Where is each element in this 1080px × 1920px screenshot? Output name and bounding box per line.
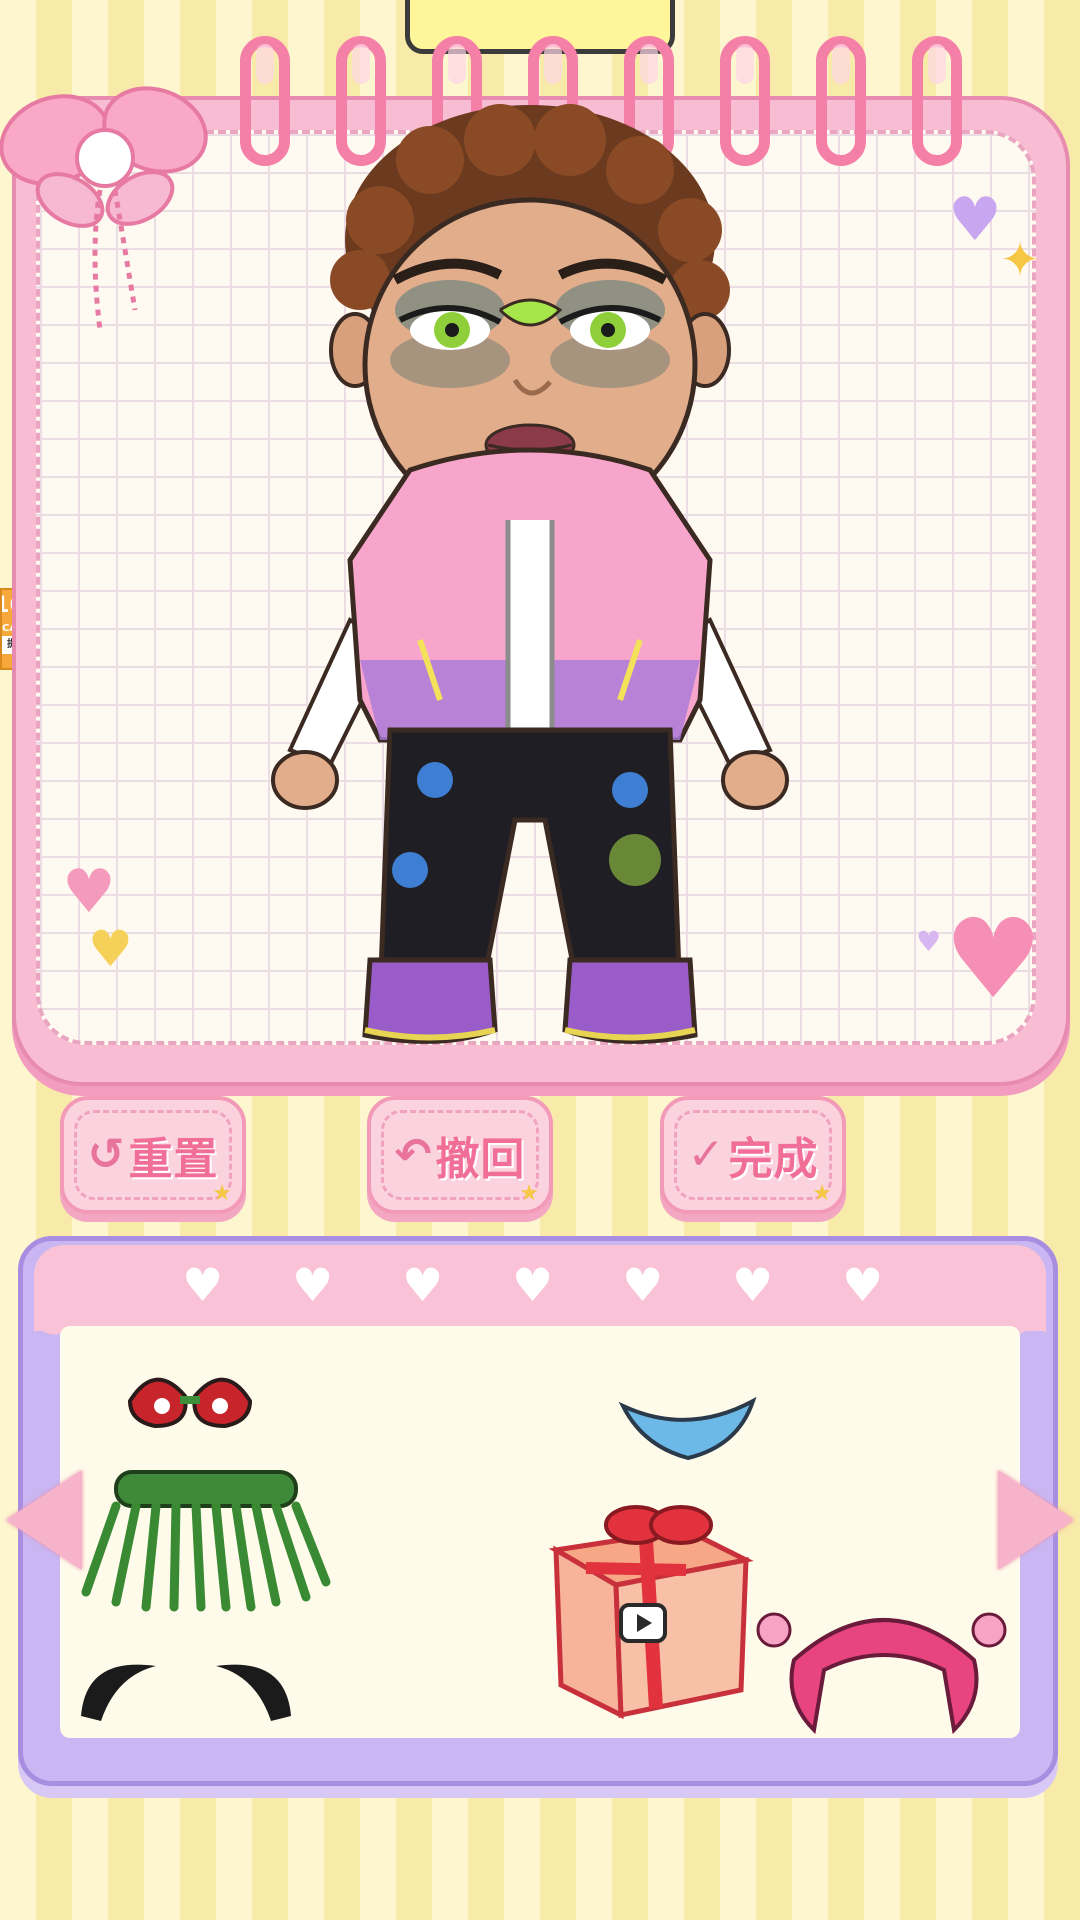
star-icon: ★	[212, 1181, 232, 1206]
white-heart-icon: ♥	[512, 1258, 554, 1312]
pink-bow-icon	[0, 86, 208, 331]
big-pink-heart-icon: ♥	[944, 895, 1043, 1023]
item-bikini-top[interactable]	[120, 1356, 260, 1436]
purple-heart-icon: ♥	[948, 185, 1002, 255]
item-pink-pigtail-hair[interactable]	[754, 1590, 1016, 1740]
done-label: 完成	[728, 1134, 819, 1185]
next-page-arrow[interactable]	[998, 1470, 1074, 1570]
undo-label: 撤回	[435, 1134, 526, 1185]
white-heart-icon: ♥	[402, 1258, 444, 1312]
gift-box-video-icon[interactable]	[536, 1490, 756, 1730]
white-heart-icon: ♥	[622, 1258, 664, 1312]
reset-button[interactable]: ↺ 重置 ★	[60, 1096, 246, 1214]
spiral-ring	[816, 36, 866, 166]
spiral-ring	[912, 36, 962, 166]
small-heart-icon: ♥	[916, 925, 942, 958]
pink-heart-icon: ♥	[62, 857, 116, 927]
item-blue-collar[interactable]	[618, 1396, 758, 1466]
undo-button[interactable]: ↶ 撤回 ★	[367, 1096, 553, 1214]
star-icon: ★	[519, 1181, 539, 1206]
check-icon: ✓	[687, 1129, 725, 1180]
character-doll[interactable]	[260, 100, 800, 1090]
item-black-eyebrows[interactable]	[76, 1646, 296, 1726]
sparkle-icon: ✦	[1000, 232, 1041, 288]
done-button[interactable]: ✓ 完成 ★	[660, 1096, 846, 1214]
star-icon: ★	[812, 1181, 832, 1206]
yellow-heart-icon: ♥	[88, 920, 133, 978]
item-grass-skirt[interactable]	[76, 1462, 336, 1612]
reset-icon: ↺	[87, 1129, 125, 1180]
reset-label: 重置	[128, 1134, 219, 1185]
previous-page-arrow[interactable]	[6, 1470, 82, 1570]
white-heart-icon: ♥	[292, 1258, 334, 1312]
white-heart-icon: ♥	[182, 1258, 224, 1312]
white-heart-icon: ♥	[842, 1258, 884, 1312]
undo-icon: ↶	[394, 1129, 432, 1180]
white-heart-icon: ♥	[732, 1258, 774, 1312]
